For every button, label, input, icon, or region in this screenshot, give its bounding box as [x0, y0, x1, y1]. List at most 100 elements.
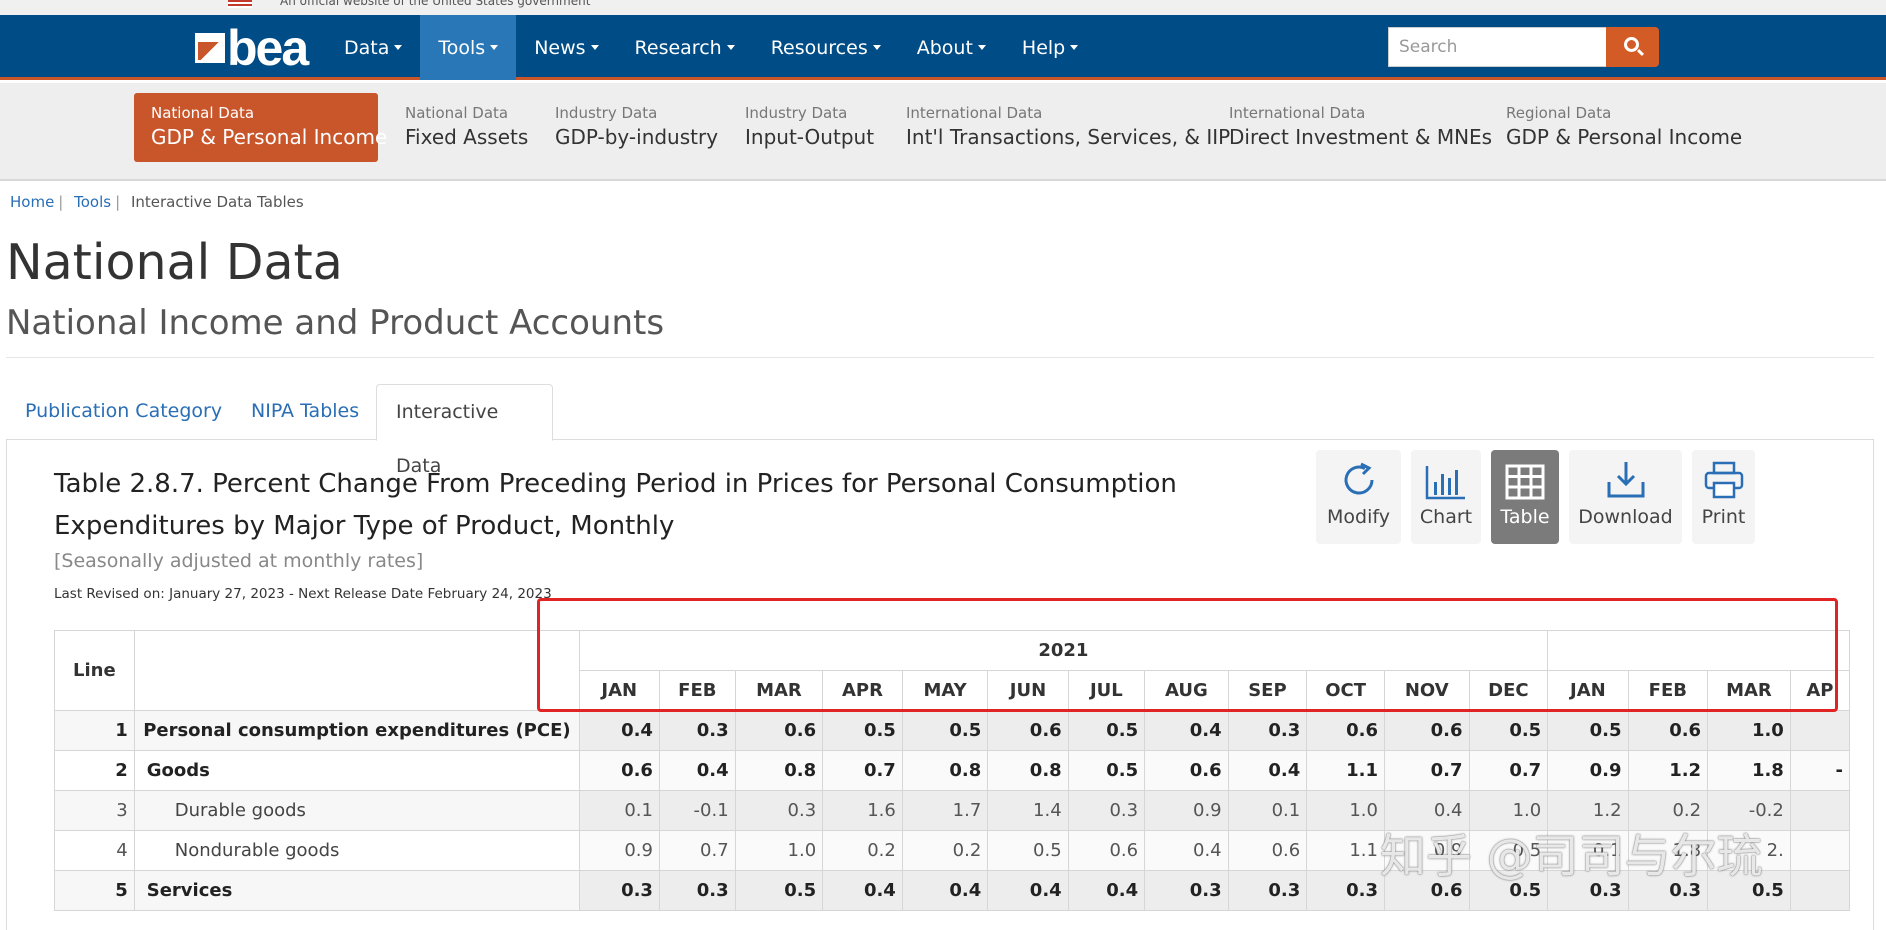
data-cell: 0.3	[1067, 790, 1146, 831]
data-cell: -0.1	[658, 790, 736, 831]
month-header[interactable]: FEB	[1627, 670, 1709, 711]
data-cell: 0.4	[658, 750, 736, 791]
data-cell: 0.5	[1707, 870, 1791, 911]
data-cell: 0.1	[578, 790, 660, 831]
line-number: 3	[54, 790, 135, 831]
month-header[interactable]: DEC	[1468, 670, 1549, 711]
table-row: 1 Personal consumption expenditures (PCE)…	[54, 710, 1850, 751]
data-cell: 1.0	[734, 830, 824, 871]
row-label: Personal consumption expenditures (PCE)	[133, 710, 580, 751]
data-cell: 1.6	[822, 790, 903, 831]
month-header[interactable]: SEP	[1227, 670, 1308, 711]
table-viewport: Line 2021 JAN FEB MAR APR MAY JUN JUL AUG SEP OCT…	[0, 0, 1850, 922]
data-cell: 0.3	[1227, 710, 1308, 751]
data-cell: 1.4	[987, 790, 1069, 831]
data-cell: 0.7	[658, 830, 736, 871]
data-cell: 0.4	[987, 870, 1069, 911]
data-cell: 0.4	[1383, 790, 1470, 831]
data-cell: 0.6	[1144, 750, 1229, 791]
table-row: 3 Durable goods 0.1 -0.1 0.3 1.6 1.7 1.4 0.3 0.9 0…	[54, 790, 1850, 831]
table-row: 5 Services 0.3 0.3 0.5 0.4 0.4 0.4 0.4 0.3 0.3 0.3 0…	[54, 870, 1850, 911]
data-cell: 0.5	[734, 870, 824, 911]
data-cell	[1789, 870, 1850, 911]
month-header[interactable]: OCT	[1306, 670, 1385, 711]
data-cell: 0.9	[1547, 750, 1629, 791]
table-row: 2 Goods 0.6 0.4 0.8 0.7 0.8 0.8 0.5 0.6 0.4 1.1 0.7 0…	[54, 750, 1850, 791]
month-header[interactable]: JUL	[1067, 670, 1146, 711]
data-cell: 1.8	[1707, 750, 1791, 791]
data-cell: 0.8	[734, 750, 824, 791]
data-cell: 0.3	[1547, 870, 1629, 911]
month-header[interactable]: FEB	[658, 670, 736, 711]
data-cell: 0.4	[578, 710, 660, 751]
data-cell: 0.5	[987, 830, 1069, 871]
data-cell: 1.1	[1306, 830, 1385, 871]
description-header	[133, 630, 580, 711]
month-header[interactable]: AP	[1789, 670, 1850, 711]
year-header: 2021	[578, 630, 1549, 671]
data-cell: 0.3	[1306, 870, 1385, 911]
data-cell: 0.7	[1468, 750, 1549, 791]
row-label: Services	[133, 870, 580, 911]
data-cell: 0.6	[1227, 830, 1308, 871]
data-cell: 0.5	[1468, 830, 1549, 871]
data-cell: 0.3	[734, 790, 824, 831]
data-cell: 0.9	[1383, 830, 1470, 871]
month-header[interactable]: MAR	[734, 670, 824, 711]
month-header[interactable]: JUN	[987, 670, 1069, 711]
data-cell: 0.9	[578, 830, 660, 871]
data-cell: 0.7	[822, 750, 903, 791]
month-header[interactable]: JAN	[1547, 670, 1629, 711]
data-cell: 0.6	[734, 710, 824, 751]
data-cell: 0.4	[1227, 750, 1308, 791]
data-cell: 0.9	[1144, 790, 1229, 831]
data-cell: 0.7	[1383, 750, 1470, 791]
data-cell: 1.8	[1627, 830, 1709, 871]
table-row: 4 Nondurable goods 0.9 0.7 1.0 0.2 0.2 0.5 0.6 0.…	[54, 830, 1850, 871]
data-cell: 0.8	[901, 750, 989, 791]
line-number: 2	[54, 750, 135, 791]
data-cell: 0.3	[1227, 870, 1308, 911]
data-cell: 1.2	[1547, 790, 1629, 831]
data-cell	[1789, 830, 1850, 871]
month-header[interactable]: APR	[822, 670, 903, 711]
data-cell: 0.5	[1547, 710, 1629, 751]
table-body: 1 Personal consumption expenditures (PCE)…	[54, 710, 1850, 911]
data-cell: 1.0	[1306, 790, 1385, 831]
month-header[interactable]: AUG	[1144, 670, 1229, 711]
data-cell: 0.5	[1468, 870, 1549, 911]
data-cell: 0.2	[822, 830, 903, 871]
month-header[interactable]: MAY	[901, 670, 989, 711]
data-cell: 0.6	[1067, 830, 1146, 871]
data-cell: 2.	[1707, 830, 1791, 871]
data-cell: 0.5	[901, 710, 989, 751]
data-cell: 1.0	[1468, 790, 1549, 831]
data-cell: 0.5	[1468, 710, 1549, 751]
data-cell: 0.4	[822, 870, 903, 911]
data-cell: 0.3	[1627, 870, 1709, 911]
data-cell: 0.1	[1227, 790, 1308, 831]
data-cell: 0.5	[822, 710, 903, 751]
row-label: Durable goods	[133, 790, 580, 831]
data-cell: 0.3	[658, 870, 736, 911]
data-cell: 0.5	[1067, 750, 1146, 791]
row-label: Goods	[133, 750, 580, 791]
line-number: 5	[54, 870, 135, 911]
month-header[interactable]: JAN	[578, 670, 660, 711]
data-cell: 0.8	[987, 750, 1069, 791]
data-cell: 0.4	[901, 870, 989, 911]
data-cell	[1789, 790, 1850, 831]
data-cell: 0.6	[1383, 870, 1470, 911]
month-header[interactable]: NOV	[1383, 670, 1470, 711]
data-cell: 0.3	[1144, 870, 1229, 911]
data-cell: 1.0	[1707, 710, 1791, 751]
month-header[interactable]: MAR	[1707, 670, 1791, 711]
line-number: 4	[54, 830, 135, 871]
data-cell: 1.1	[1306, 750, 1385, 791]
data-cell: 0.6	[1383, 710, 1470, 751]
data-cell: 1.2	[1627, 750, 1709, 791]
data-cell: 0.4	[1144, 830, 1229, 871]
data-cell: 0.4	[1067, 870, 1146, 911]
data-cell: -0.2	[1707, 790, 1791, 831]
data-cell: 0.6	[1627, 710, 1709, 751]
